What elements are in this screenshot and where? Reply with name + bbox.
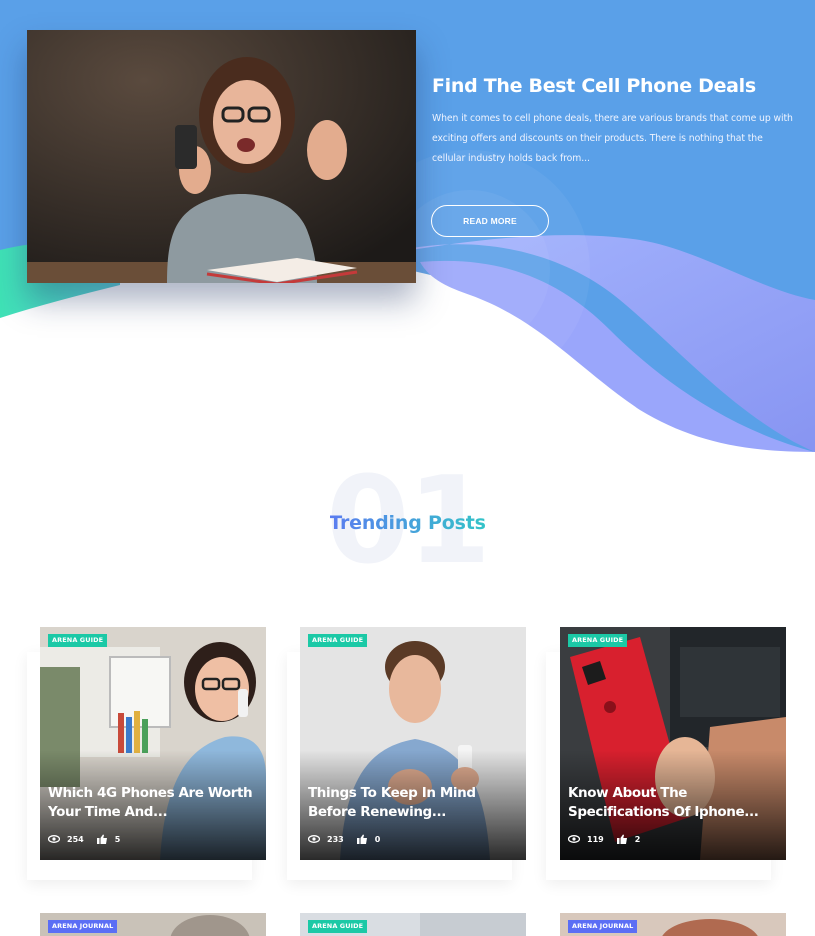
post-card[interactable]: ARENA GUIDE Which 4G Phones Are Worth Yo… bbox=[40, 627, 266, 860]
hero-photo-woman-with-phone bbox=[27, 30, 416, 283]
eye-icon bbox=[568, 835, 580, 843]
post-meta: 254 5 bbox=[48, 833, 132, 845]
post-card[interactable]: ARENA JOURNAL bbox=[40, 913, 266, 936]
hero-image[interactable] bbox=[27, 30, 416, 283]
like-count: 0 bbox=[374, 834, 381, 844]
section-title: Trending Posts bbox=[329, 512, 486, 534]
post-card[interactable]: ARENA GUIDE bbox=[300, 913, 526, 936]
like-count: 2 bbox=[634, 834, 641, 844]
post-title[interactable]: Things To Keep In Mind Before Renewing..… bbox=[308, 784, 523, 822]
post-card[interactable]: ARENA JOURNAL bbox=[560, 913, 786, 936]
post-meta: 119 2 bbox=[568, 833, 652, 845]
like-count: 5 bbox=[114, 834, 121, 844]
view-count: 119 bbox=[587, 834, 604, 844]
eye-icon bbox=[308, 835, 320, 843]
post-tag[interactable]: ARENA GUIDE bbox=[568, 634, 628, 647]
post-card[interactable]: ARENA GUIDE Know About The Specification… bbox=[560, 627, 786, 860]
view-count: 254 bbox=[67, 834, 84, 844]
post-tag[interactable]: ARENA GUIDE bbox=[308, 634, 368, 647]
view-count: 233 bbox=[327, 834, 344, 844]
eye-icon bbox=[48, 835, 60, 843]
thumbs-up-icon bbox=[356, 834, 367, 844]
post-title[interactable]: Know About The Specifications Of Iphone.… bbox=[568, 784, 783, 822]
hero-excerpt: When it comes to cell phone deals, there… bbox=[432, 113, 793, 164]
thumbs-up-icon bbox=[616, 834, 627, 844]
post-meta: 233 0 bbox=[308, 833, 392, 845]
post-tag[interactable]: ARENA GUIDE bbox=[48, 634, 108, 647]
post-tag[interactable]: ARENA JOURNAL bbox=[568, 920, 638, 933]
post-tag[interactable]: ARENA JOURNAL bbox=[48, 920, 118, 933]
post-title[interactable]: Which 4G Phones Are Worth Your Time And.… bbox=[48, 784, 263, 822]
hero-title[interactable]: Find The Best Cell Phone Deals bbox=[432, 75, 802, 97]
post-tag[interactable]: ARENA GUIDE bbox=[308, 920, 368, 933]
post-card[interactable]: ARENA GUIDE Things To Keep In Mind Befor… bbox=[300, 627, 526, 860]
read-more-button[interactable]: READ MORE bbox=[431, 205, 549, 237]
thumbs-up-icon bbox=[96, 834, 107, 844]
